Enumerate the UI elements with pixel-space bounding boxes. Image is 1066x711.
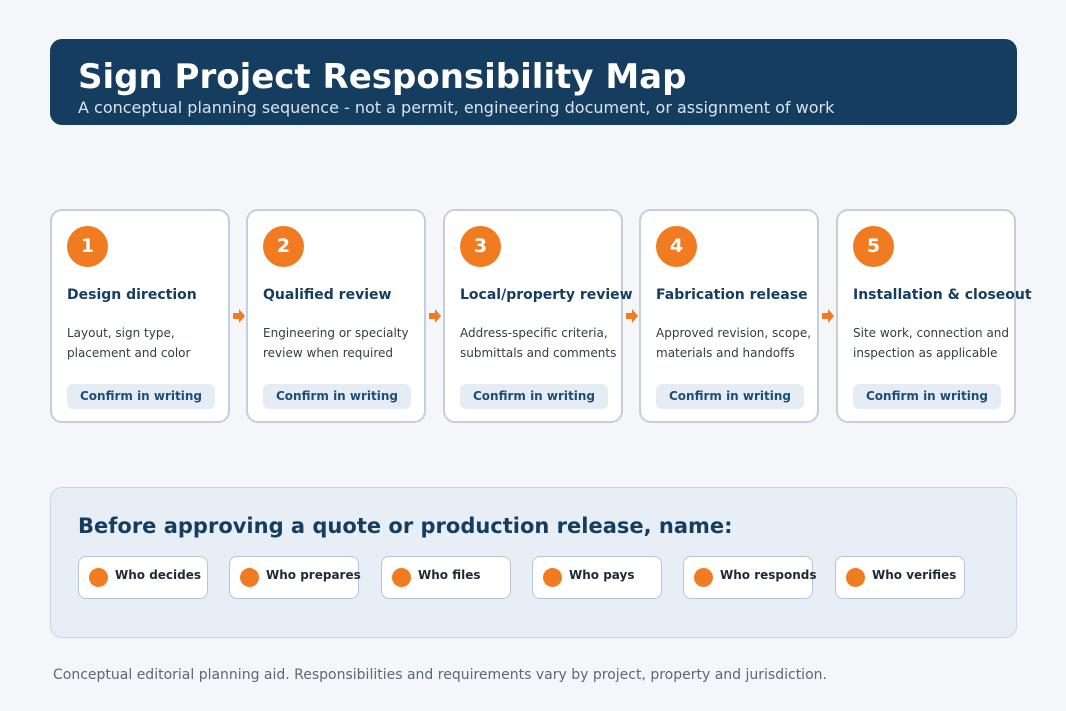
step-title: Fabrication release bbox=[656, 287, 808, 303]
orange-dot-icon bbox=[89, 568, 108, 587]
role-chip-decides: Who decides bbox=[78, 556, 208, 599]
role-chip-label: Who decides bbox=[115, 568, 202, 582]
role-chip-pays: Who pays bbox=[532, 556, 662, 599]
step-description-line: review when required bbox=[263, 346, 394, 360]
step-description: Layout, sign type, placement and color bbox=[67, 323, 242, 363]
step-description: Address-specific criteria, submittals an… bbox=[460, 323, 635, 363]
role-chip-files: Who files bbox=[381, 556, 511, 599]
confirm-badge: Confirm in writing bbox=[460, 384, 608, 409]
arrow-right-icon bbox=[626, 309, 638, 323]
step-description-line: placement and color bbox=[67, 346, 191, 360]
names-panel-heading: Before approving a quote or production r… bbox=[78, 514, 733, 538]
arrow-right-icon bbox=[429, 309, 441, 323]
step-card-5: 5 Installation & closeout Site work, con… bbox=[836, 209, 1032, 423]
step-number-badge: 4 bbox=[656, 226, 697, 267]
step-description: Site work, connection and inspection as … bbox=[853, 323, 1028, 363]
footer-note: Conceptual editorial planning aid. Respo… bbox=[53, 667, 827, 683]
page-title: Sign Project Responsibility Map bbox=[78, 57, 687, 97]
step-description-line: submittals and comments bbox=[460, 346, 617, 360]
confirm-badge: Confirm in writing bbox=[853, 384, 1001, 409]
role-chip-label: Who prepares bbox=[266, 568, 361, 582]
step-card-3: 3 Local/property review Address-specific… bbox=[443, 209, 633, 423]
step-number-badge: 5 bbox=[853, 226, 894, 267]
header-banner: Sign Project Responsibility Map A concep… bbox=[50, 39, 1017, 125]
role-chip-label: Who verifies bbox=[872, 568, 957, 582]
confirm-badge: Confirm in writing bbox=[67, 384, 215, 409]
responsibility-names-panel: Before approving a quote or production r… bbox=[50, 487, 1017, 638]
confirm-badge: Confirm in writing bbox=[263, 384, 411, 409]
step-title: Design direction bbox=[67, 287, 197, 303]
step-description-line: Site work, connection and bbox=[853, 326, 1010, 340]
role-chip-verifies: Who verifies bbox=[835, 556, 965, 599]
step-description-line: Address-specific criteria, bbox=[460, 326, 608, 340]
role-chip-responds: Who responds bbox=[683, 556, 817, 599]
step-title: Qualified review bbox=[263, 287, 392, 303]
page-subtitle: A conceptual planning sequence - not a p… bbox=[78, 98, 835, 117]
orange-dot-icon bbox=[846, 568, 865, 587]
step-description-line: Approved revision, scope, bbox=[656, 326, 812, 340]
arrow-right-icon bbox=[233, 309, 245, 323]
step-description-line: Layout, sign type, bbox=[67, 326, 175, 340]
step-description: Approved revision, scope, materials and … bbox=[656, 323, 831, 363]
confirm-badge: Confirm in writing bbox=[656, 384, 804, 409]
step-number-badge: 2 bbox=[263, 226, 304, 267]
step-title: Local/property review bbox=[460, 287, 633, 303]
role-chip-prepares: Who prepares bbox=[229, 556, 361, 599]
role-chip-label: Who responds bbox=[720, 568, 817, 582]
step-number-badge: 1 bbox=[67, 226, 108, 267]
role-chip-label: Who files bbox=[418, 568, 481, 582]
orange-dot-icon bbox=[694, 568, 713, 587]
step-card-1: 1 Design direction Layout, sign type, pl… bbox=[50, 209, 230, 423]
step-number-badge: 3 bbox=[460, 226, 501, 267]
role-chip-label: Who pays bbox=[569, 568, 635, 582]
orange-dot-icon bbox=[240, 568, 259, 587]
step-card-4: 4 Fabrication release Approved revision,… bbox=[639, 209, 819, 423]
step-description-line: inspection as applicable bbox=[853, 346, 998, 360]
step-title: Installation & closeout bbox=[853, 287, 1032, 303]
step-description-line: Engineering or specialty bbox=[263, 326, 409, 340]
arrow-right-icon bbox=[822, 309, 834, 323]
orange-dot-icon bbox=[543, 568, 562, 587]
step-description-line: materials and handoffs bbox=[656, 346, 795, 360]
step-description: Engineering or specialty review when req… bbox=[263, 323, 438, 363]
orange-dot-icon bbox=[392, 568, 411, 587]
step-card-2: 2 Qualified review Engineering or specia… bbox=[246, 209, 426, 423]
